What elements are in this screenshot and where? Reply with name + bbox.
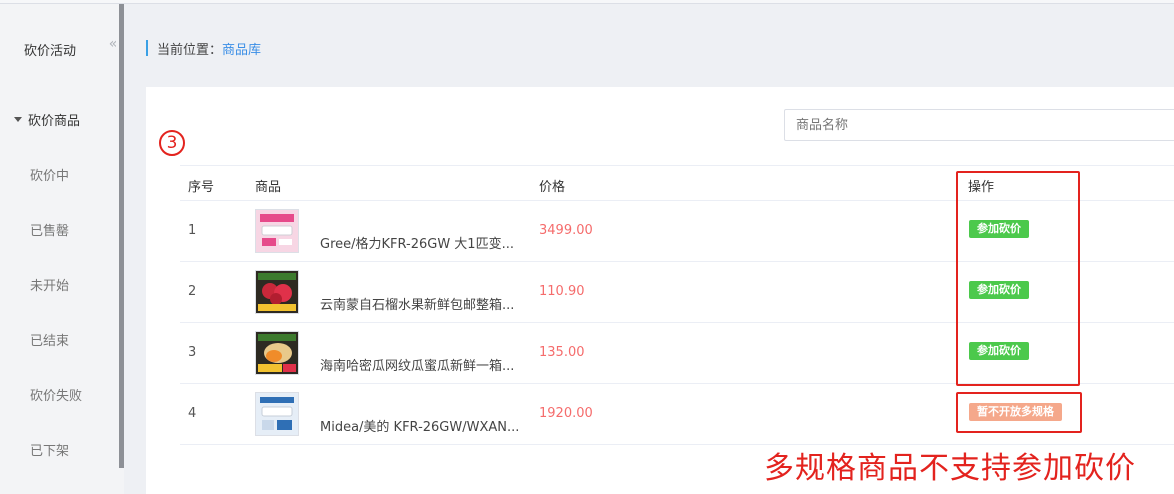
product-thumbnail[interactable] [255, 209, 299, 253]
sidebar-group-bargain-products[interactable]: 砍价商品 [14, 110, 80, 129]
product-price: 1920.00 [539, 406, 593, 421]
header-price: 价格 [539, 180, 566, 195]
product-name[interactable]: 海南哈密瓜网纹瓜蜜瓜新鲜一箱... [320, 355, 514, 374]
sidebar-group-label: 砍价商品 [28, 114, 81, 129]
product-name[interactable]: 云南蒙自石榴水果新鲜包邮整箱... [320, 294, 514, 313]
sidebar-title: 砍价活动 [24, 44, 77, 59]
product-name[interactable]: Gree/格力KFR-26GW 大1匹变... [320, 233, 514, 252]
top-strip [0, 0, 1174, 4]
product-name[interactable]: Midea/美的 KFR-26GW/WXAN... [320, 416, 519, 435]
caret-down-icon [14, 117, 22, 122]
row-index: 4 [188, 406, 197, 421]
product-price: 110.90 [539, 284, 585, 299]
product-thumbnail[interactable] [255, 331, 299, 375]
breadcrumb: 当前位置： 商品库 [146, 38, 261, 58]
annotation-note: 多规格商品不支持参加砍价 [764, 451, 1136, 486]
row-index: 2 [188, 284, 197, 299]
sidebar: 砍价活动 « 砍价商品 砍价中 已售罄 未开始 已结束 砍价失败 已下架 [0, 4, 124, 494]
sidebar-item-delisted[interactable]: 已下架 [30, 440, 69, 459]
sidebar-item-failed[interactable]: 砍价失败 [30, 385, 82, 404]
header-product: 商品 [255, 180, 282, 195]
product-thumbnail[interactable] [255, 270, 299, 314]
row-index: 3 [188, 345, 197, 360]
breadcrumb-link-product-library[interactable]: 商品库 [222, 39, 261, 58]
annotation-box-disabled-action [956, 392, 1082, 433]
product-price: 3499.00 [539, 223, 593, 238]
header-index: 序号 [188, 180, 215, 195]
sidebar-item-not-started[interactable]: 未开始 [30, 275, 69, 294]
sidebar-item-sold-out[interactable]: 已售罄 [30, 220, 69, 239]
breadcrumb-label: 当前位置： [157, 42, 223, 58]
collapse-sidebar-icon[interactable]: « [106, 34, 120, 54]
row-index: 1 [188, 223, 197, 238]
product-thumbnail[interactable] [255, 392, 299, 436]
annotation-box-action-column [956, 171, 1080, 386]
sidebar-item-bargaining[interactable]: 砍价中 [30, 165, 69, 184]
step-marker: 3 [159, 130, 185, 156]
product-price: 135.00 [539, 345, 585, 360]
sidebar-scrollbar[interactable] [119, 4, 124, 468]
breadcrumb-accent-bar [146, 40, 148, 56]
sidebar-item-ended[interactable]: 已结束 [30, 330, 69, 349]
product-name-search-input[interactable] [784, 109, 1174, 141]
